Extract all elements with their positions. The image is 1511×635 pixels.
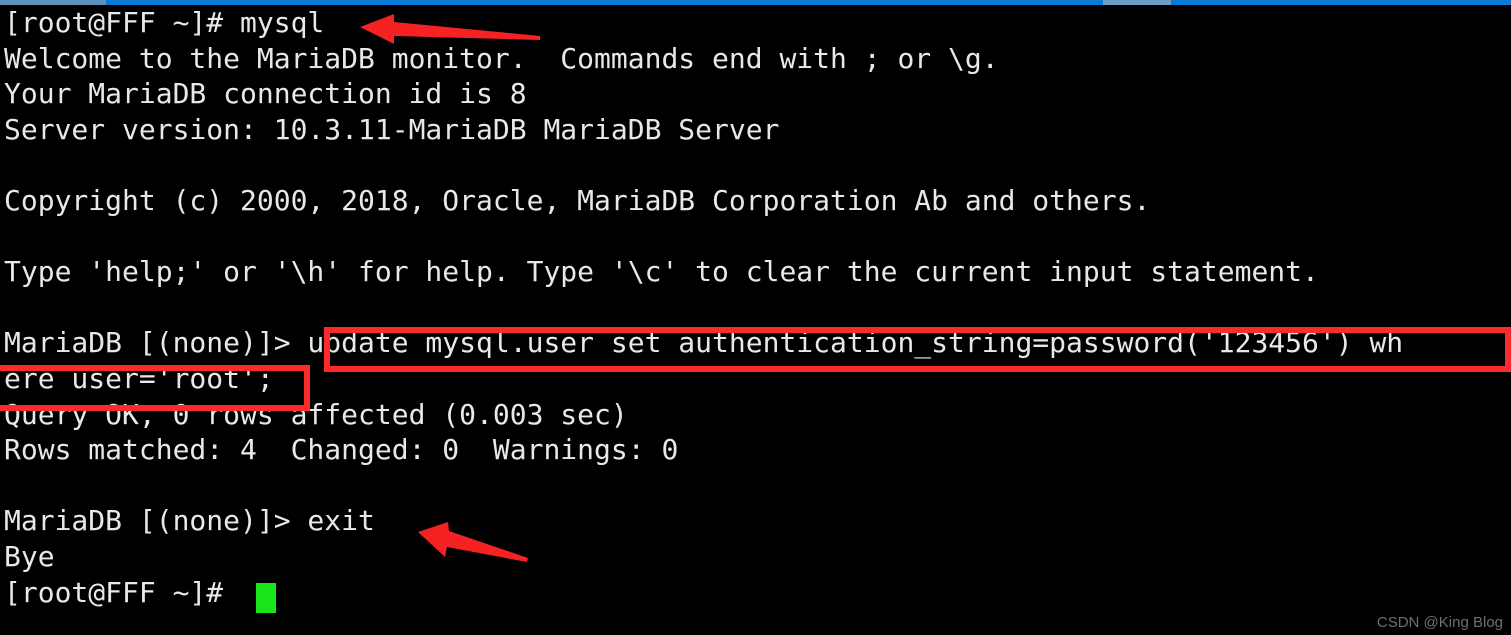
console-line-16: Bye <box>4 540 55 573</box>
console-line-17: [root@FFF ~]# <box>4 575 241 609</box>
console-line-15: MariaDB [(none)]> exit <box>4 504 375 538</box>
console-line-10: MariaDB [(none)]> update mysql.user set … <box>4 326 1404 360</box>
console-line-8: Type 'help;' or '\h' for help. Type '\c'… <box>4 255 1319 289</box>
console-line-12: Query OK, 0 rows affected (0.003 sec) <box>4 397 628 431</box>
console-line-1: [root@FFF ~]# mysql <box>4 6 325 39</box>
terminal-cursor <box>256 583 276 613</box>
console-line-3: Your MariaDB connection id is 8 <box>4 77 527 111</box>
console-line-6: Copyright (c) 2000, 2018, Oracle, MariaD… <box>4 184 1151 217</box>
terminal-window: [root@FFF ~]# mysql Welcome to the Maria… <box>0 0 1511 635</box>
arrow-icon-exit <box>418 522 528 562</box>
console-line-11: ere user='root'; <box>4 362 274 395</box>
console-output[interactable]: [root@FFF ~]# mysql Welcome to the Maria… <box>0 5 1511 635</box>
arrow-icon-mysql <box>360 14 540 44</box>
console-line-13: Rows matched: 4 Changed: 0 Warnings: 0 <box>4 433 679 467</box>
console-line-4: Server version: 10.3.11-MariaDB MariaDB … <box>4 112 780 146</box>
watermark-text: CSDN @King Blog <box>1376 614 1503 631</box>
